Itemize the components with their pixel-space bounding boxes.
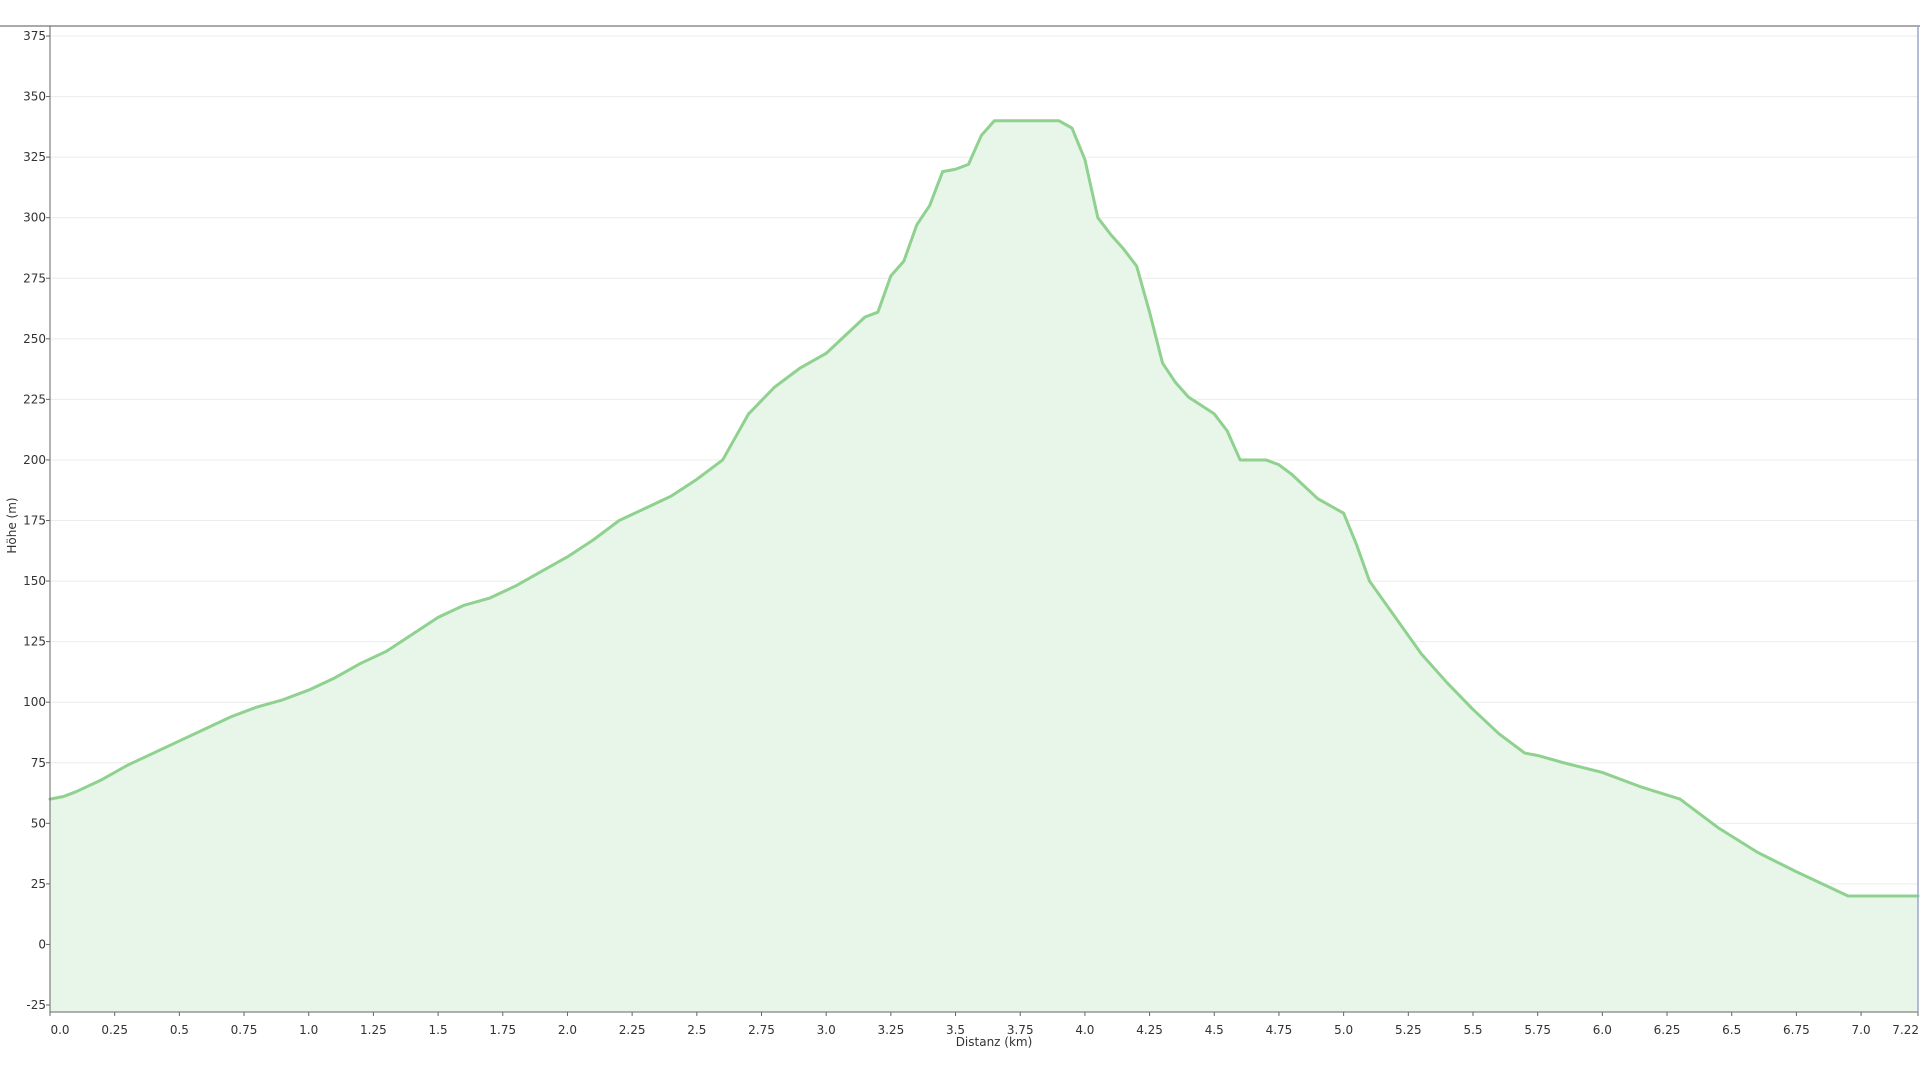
y-tick-label-1: 0: [38, 937, 46, 951]
y-tick-label-5: 100: [23, 695, 46, 709]
y-tick-label-14: 325: [23, 150, 46, 164]
y-tick-label-7: 150: [23, 574, 46, 588]
x-tick-label-26: 6.5: [1722, 1023, 1741, 1037]
y-tick-label-15: 350: [23, 90, 46, 104]
x-tick-label-1: 0.25: [101, 1023, 128, 1037]
y-tick-label-3: 50: [31, 816, 46, 830]
y-tick-label-0: -25: [26, 998, 46, 1012]
x-tick-label-20: 5.0: [1334, 1023, 1353, 1037]
x-tick-label-4: 1.0: [299, 1023, 318, 1037]
x-tick-label-24: 6.0: [1593, 1023, 1612, 1037]
y-tick-label-6: 125: [23, 635, 46, 649]
y-axis-ticks: -25 0 25 50 75 100 125 150 175 200 225 250 275 300 325…: [23, 29, 50, 1012]
x-tick-label-21: 5.25: [1395, 1023, 1422, 1037]
x-tick-label-19: 4.75: [1266, 1023, 1293, 1037]
x-tick-label-25: 6.25: [1654, 1023, 1681, 1037]
x-axis-title: Distanz (km): [956, 1035, 1033, 1049]
y-tick-label-8: 175: [23, 514, 46, 528]
x-tick-label-2: 0.5: [170, 1023, 189, 1037]
x-tick-label-6: 1.5: [429, 1023, 448, 1037]
x-tick-label-9: 2.25: [619, 1023, 646, 1037]
x-tick-label-28: 7.0: [1852, 1023, 1871, 1037]
y-tick-label-11: 250: [23, 332, 46, 346]
y-axis-title: Höhe (m): [5, 497, 19, 553]
plot-area: [48, 119, 1920, 1013]
x-tick-label-7: 1.75: [489, 1023, 516, 1037]
x-tick-label-0: 0.0: [50, 1023, 69, 1037]
x-tick-label-8: 2.0: [558, 1023, 577, 1037]
x-tick-label-27: 6.75: [1783, 1023, 1810, 1037]
x-tick-label-5: 1.25: [360, 1023, 387, 1037]
y-tick-label-16: 375: [23, 29, 46, 43]
x-tick-label-3: 0.75: [231, 1023, 258, 1037]
x-tick-label-17: 4.25: [1136, 1023, 1163, 1037]
y-tick-label-2: 25: [31, 877, 46, 891]
y-tick-label-4: 75: [31, 756, 46, 770]
y-tick-label-10: 225: [23, 392, 46, 406]
x-tick-label-12: 3.0: [817, 1023, 836, 1037]
x-tick-label-13: 3.25: [877, 1023, 904, 1037]
y-tick-label-9: 200: [23, 453, 46, 467]
y-tick-label-13: 300: [23, 211, 46, 225]
x-tick-label-16: 4.0: [1075, 1023, 1094, 1037]
x-tick-label-11: 2.75: [748, 1023, 775, 1037]
x-tick-label-18: 4.5: [1205, 1023, 1224, 1037]
y-tick-label-12: 275: [23, 271, 46, 285]
elevation-area: [50, 120, 1918, 1013]
elevation-profile-chart: -25 0 25 50 75 100 125 150 175 200 225 250 275 300 325…: [0, 25, 1920, 1049]
x-tick-label-23: 5.75: [1524, 1023, 1551, 1037]
x-axis-ticks: 0.0 0.25 0.5 0.75 1.0 1.25 1.5 1.75 2.0 2.25 2.5 2.…: [49, 1012, 1919, 1037]
x-tick-label-10: 2.5: [687, 1023, 706, 1037]
x-tick-label-29: 7.22: [1892, 1023, 1919, 1037]
x-tick-label-22: 5.5: [1463, 1023, 1482, 1037]
